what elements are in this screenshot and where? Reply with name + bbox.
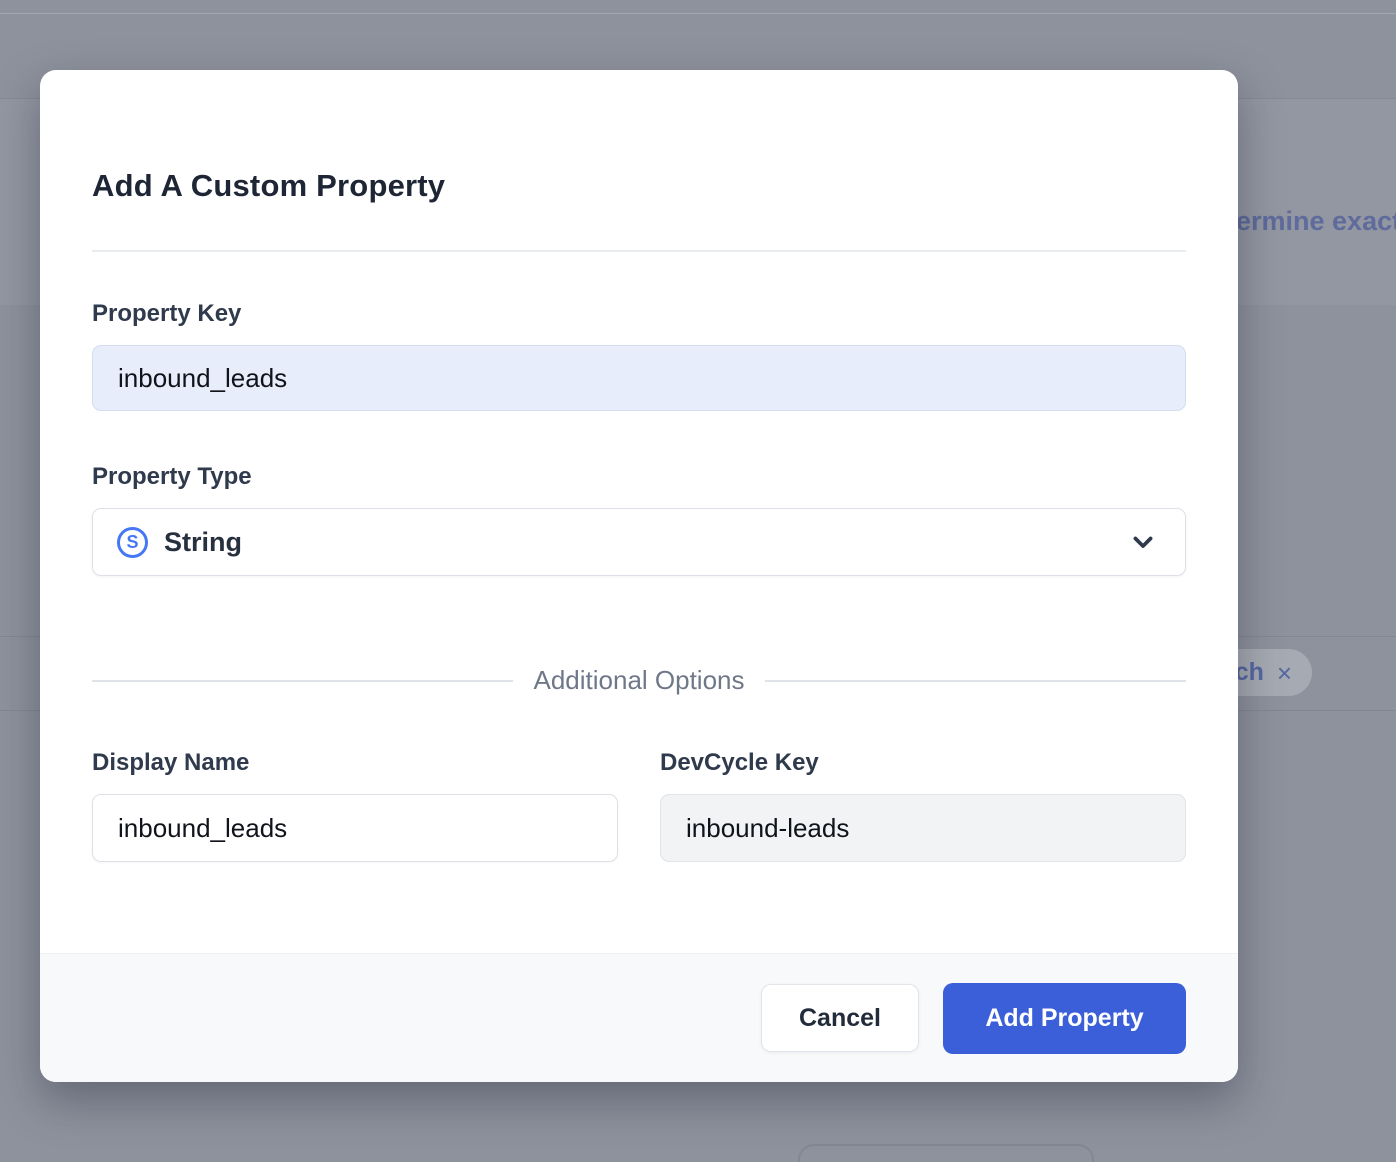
add-custom-property-dialog: Add A Custom Property Property Key Prope… [40,70,1238,1082]
string-type-icon: S [117,527,148,558]
close-icon: × [1277,660,1292,686]
divider-rule-right [765,680,1186,682]
devcycle-key-input [660,794,1186,862]
display-name-field: Display Name [92,747,618,862]
property-type-label: Property Type [92,461,1186,493]
backdrop-divider [0,13,1396,14]
property-type-select[interactable]: S String [92,508,1186,576]
cancel-button[interactable]: Cancel [761,984,919,1052]
additional-options-label: Additional Options [533,665,744,696]
additional-options-divider: Additional Options [92,665,1186,696]
property-type-value: String [164,527,242,558]
dialog-title: Add A Custom Property [92,166,1186,206]
add-property-button[interactable]: Add Property [943,983,1186,1054]
backdrop-button-outline [798,1144,1094,1162]
chevron-down-icon [1129,528,1157,556]
property-key-input[interactable] [92,345,1186,411]
backdrop-text-fragment: ermine exact [1236,206,1396,237]
dialog-footer: Cancel Add Property [40,953,1238,1082]
divider-rule-left [92,680,513,682]
title-divider [92,250,1186,252]
devcycle-key-field: DevCycle Key [660,747,1186,862]
devcycle-key-label: DevCycle Key [660,747,1186,779]
display-name-input[interactable] [92,794,618,862]
display-name-label: Display Name [92,747,618,779]
property-key-label: Property Key [92,298,1186,330]
